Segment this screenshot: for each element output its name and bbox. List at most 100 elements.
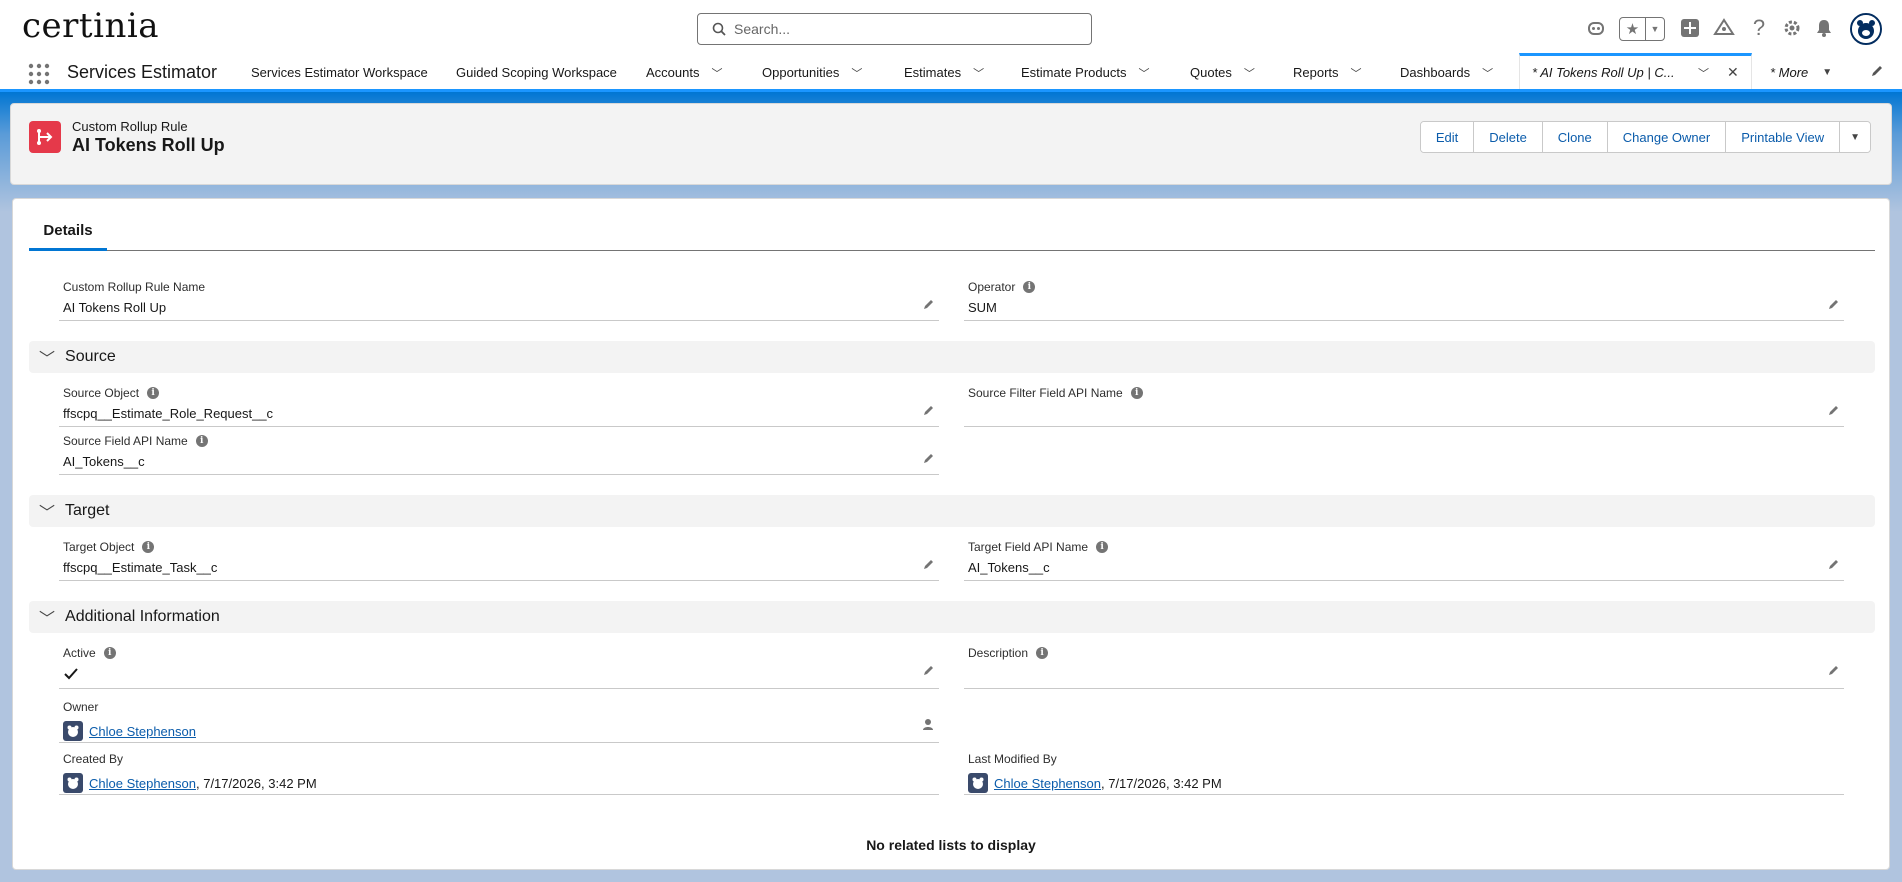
bell-icon[interactable] [1810,14,1838,42]
nav-item-accounts[interactable]: Accounts ﹀ [646,56,722,89]
change-owner-icon[interactable] [921,718,935,730]
field-label: Custom Rollup Rule Name [63,280,206,294]
modified-by-link[interactable]: Chloe Stephenson [994,776,1101,791]
nav-item-quotes[interactable]: Quotes ﹀ [1190,56,1255,89]
nav-item-reports[interactable]: Reports ﹀ [1293,56,1362,89]
info-icon[interactable]: i [1096,541,1109,553]
section-source[interactable]: ﹀ Source [29,341,1875,373]
nav-item-dashboards[interactable]: Dashboards ﹀ [1400,56,1493,89]
info-icon[interactable]: i [195,435,208,447]
field-source-object: Source Object i ffscpq__Estimate_Role_Req… [59,381,939,427]
nav-item-opportunities[interactable]: Opportunities ﹀ [762,56,862,89]
page-title: AI Tokens Roll Up [72,135,225,155]
pencil-icon[interactable] [923,404,935,416]
field-value: Chloe Stephenson [63,721,196,741]
chevron-down-icon[interactable]: ﹀ [39,345,55,369]
pencil-icon[interactable] [1828,664,1840,676]
info-icon[interactable]: i [1130,387,1143,399]
chevron-down-icon[interactable]: ﹀ [39,605,55,629]
field-rule-name: Custom Rollup Rule Name AI Tokens Roll U… [59,275,939,321]
section-additional-information[interactable]: ﹀ Additional Information [29,601,1875,633]
pencil-icon[interactable] [923,664,935,676]
chevron-down-icon[interactable]: ﹀ [39,499,55,523]
chevron-down-icon[interactable]: ﹀ [973,65,984,81]
nav-item-guided-scoping-workspace[interactable]: Guided Scoping Workspace [456,56,617,89]
edit-nav-icon[interactable] [1870,64,1884,78]
clone-button[interactable]: Clone [1542,122,1608,152]
created-date: , 7/17/2026, 3:42 PM [195,775,317,791]
chevron-down-icon[interactable]: ﹀ [1698,65,1709,81]
record-type: Custom Rollup Rule [72,119,188,134]
section-title: Target [65,502,110,519]
pencil-icon[interactable] [1828,298,1840,310]
app-name: Services Estimator [67,62,218,82]
close-icon[interactable]: ✕ [1727,64,1739,81]
info-icon[interactable]: i [147,387,160,399]
nav-item-label: Guided Scoping Workspace [456,65,617,80]
delete-button[interactable]: Delete [1474,122,1543,152]
field-label-text: Source Filter Field API Name [968,386,1123,400]
chevron-down-icon[interactable]: ﹀ [711,65,722,81]
trailhead-icon[interactable] [1710,14,1738,42]
field-label-text: Operator [968,280,1016,294]
field-source-filter: Source Filter Field API Name i [964,381,1844,427]
change-owner-button[interactable]: Change Owner [1607,122,1727,152]
chevron-down-icon[interactable]: ▼ [1646,24,1664,34]
agent-icon[interactable] [1582,14,1610,42]
global-header: certinia Search... ★ ▼ ? [0,0,1902,56]
user-icon [63,721,83,741]
info-icon[interactable]: i [1023,281,1036,293]
field-label: Source Object i [63,386,160,400]
more-actions-button[interactable]: ▼ [1840,122,1870,152]
info-icon[interactable]: i [103,647,116,659]
search-icon [712,22,734,36]
nav-item-label: Accounts [646,65,700,80]
nav-item-label: Quotes [1190,65,1232,80]
certinia-logo[interactable]: certinia [22,6,159,46]
chevron-down-icon[interactable]: ▼ [1822,67,1832,78]
printable-view-button[interactable]: Printable View [1726,122,1841,152]
help-icon[interactable]: ? [1745,14,1773,42]
field-label: Source Field API Name i [63,434,208,448]
nav-item-estimate-products[interactable]: Estimate Products ﹀ [1021,56,1150,89]
gear-icon[interactable] [1778,14,1806,42]
user-avatar[interactable] [1850,13,1882,45]
chevron-down-icon[interactable]: ﹀ [1482,65,1493,81]
pencil-icon[interactable] [923,298,935,310]
info-icon[interactable]: i [1036,647,1049,659]
favorites-button[interactable]: ★ ▼ [1619,17,1665,41]
edit-button[interactable]: Edit [1420,122,1475,152]
nav-item-label: Estimates [904,65,962,80]
pencil-icon[interactable] [1828,404,1840,416]
created-by-link[interactable]: Chloe Stephenson [89,776,196,791]
no-related-lists: No related lists to display [866,837,1036,853]
info-icon[interactable]: i [142,541,155,553]
pencil-icon[interactable] [1828,558,1840,570]
user-icon [968,773,988,793]
owner-link[interactable]: Chloe Stephenson [89,724,196,739]
global-search-input[interactable]: Search... [697,13,1092,45]
nav-item-estimates[interactable]: Estimates ﹀ [904,56,984,89]
record-actions: Edit Delete Clone Change Owner Printable… [1419,121,1871,153]
chevron-down-icon[interactable]: ﹀ [851,65,862,81]
nav-more-menu[interactable]: * More ▼ [1770,56,1832,89]
nav-item-label: Reports [1293,65,1339,80]
field-value: ffscpq__Estimate_Task__c [63,560,218,575]
add-icon[interactable] [1676,14,1704,42]
tab-ai-tokens-roll-up[interactable]: * AI Tokens Roll Up | C... ﹀ ✕ [1519,53,1752,89]
field-description: Description i [964,641,1844,689]
pencil-icon[interactable] [923,558,935,570]
pencil-icon[interactable] [923,452,935,464]
chevron-down-icon[interactable]: ﹀ [1139,65,1150,81]
nav-item-services-estimator-workspace[interactable]: Services Estimator Workspace [251,56,428,89]
field-label: Target Object i [63,540,155,554]
field-label: Description i [968,646,1049,660]
star-icon[interactable]: ★ [1620,18,1646,40]
record-tabs: Details [29,213,1875,251]
chevron-down-icon[interactable]: ﹀ [1244,65,1255,81]
chevron-down-icon[interactable]: ﹀ [1351,65,1362,81]
active-tab-label: * AI Tokens Roll Up | C... [1532,65,1675,80]
section-target[interactable]: ﹀ Target [29,495,1875,527]
tab-details[interactable]: Details [29,213,107,251]
app-launcher-icon[interactable] [28,63,50,85]
